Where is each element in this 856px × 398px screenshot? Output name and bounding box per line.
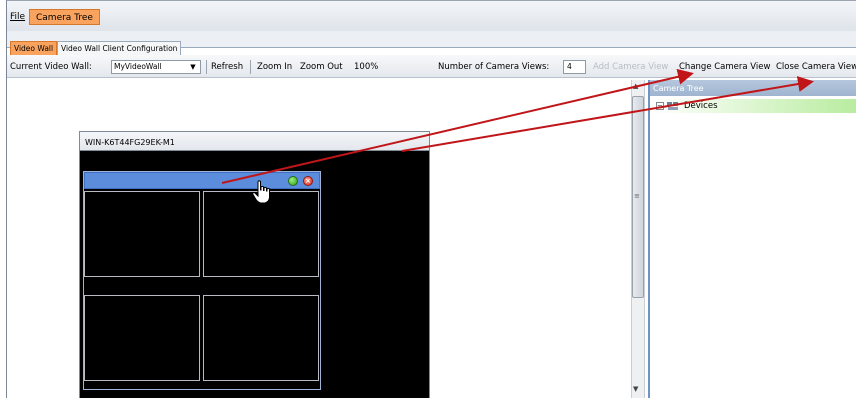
tree-expander-icon[interactable]: − [656, 102, 664, 110]
zoom-out-button[interactable]: Zoom Out [300, 62, 343, 72]
camera-tree-title: Camera Tree [653, 84, 704, 93]
scroll-up-icon[interactable]: ▲ [633, 82, 638, 90]
menu-camera-tree[interactable]: Camera Tree [29, 9, 100, 25]
number-of-camera-views-label: Number of Camera Views: [438, 62, 550, 72]
camera-view-cell[interactable] [84, 295, 200, 381]
camera-view-cell[interactable] [203, 295, 319, 381]
add-camera-view-button[interactable]: Add Camera View [593, 62, 668, 72]
tab-video-wall[interactable]: Video Wall [10, 41, 58, 55]
zoom-in-button[interactable]: Zoom In [257, 62, 292, 72]
chevron-down-icon[interactable]: ▼ [186, 61, 200, 73]
refresh-button[interactable]: Refresh [211, 62, 243, 72]
change-camera-view-button[interactable]: Change Camera View [679, 62, 770, 72]
scrollbar-grip-icon: ≡ [634, 192, 640, 200]
scroll-down-icon[interactable]: ▼ [633, 385, 638, 393]
tree-item-devices[interactable] [652, 99, 856, 113]
toolbar-separator [206, 60, 207, 74]
hand-cursor-icon [252, 180, 270, 204]
menu-bar [7, 1, 856, 32]
camera-tree-panel [648, 80, 856, 398]
toolbar-separator [250, 60, 251, 74]
tree-item-label: Devices [684, 101, 718, 111]
add-icon[interactable] [288, 176, 298, 186]
camera-view-cell[interactable] [84, 191, 200, 277]
current-video-wall-label: Current Video Wall: [10, 62, 92, 72]
camera-view-header[interactable] [84, 172, 320, 189]
number-of-camera-views-value: 4 [567, 62, 572, 71]
video-wall-select-value: MyVideoWall [114, 62, 162, 71]
monitor-title: WIN-K6T44FG29EK-M1 [85, 138, 175, 147]
menu-file[interactable]: File [6, 9, 29, 25]
close-icon[interactable]: × [303, 176, 313, 186]
device-group-icon [667, 102, 678, 110]
close-camera-view-button[interactable]: Close Camera View [776, 62, 856, 72]
tab-video-wall-client-configuration[interactable]: Video Wall Client Configuration [57, 41, 182, 55]
zoom-level: 100% [354, 62, 379, 72]
